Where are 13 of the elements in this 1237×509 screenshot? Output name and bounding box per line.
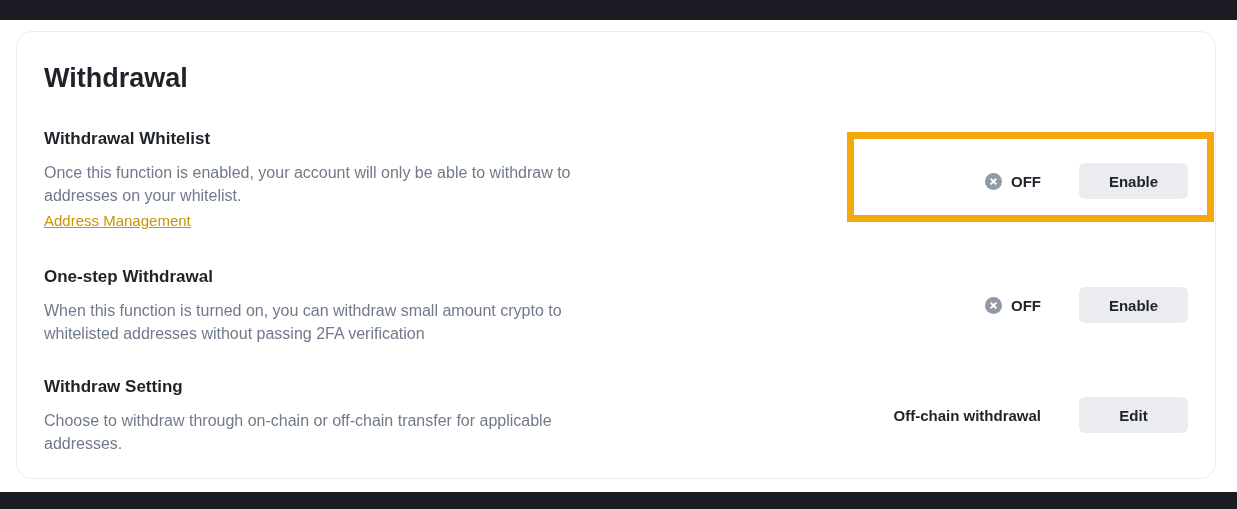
setting-description: When this function is turned on, you can withdraw small amount crypto to whitelisted addresses without passing 2FA verification [44,301,563,344]
setting-title: One-step Withdrawal [44,266,213,288]
setting-title: Withdraw Setting [44,376,183,398]
edit-button[interactable]: Edit [1079,397,1188,433]
setting-description: Once this function is enabled, your account will only be able to withdraw to addresses on your whitelist. [44,163,572,206]
status-text: OFF [1011,172,1041,190]
setting-title: Withdrawal Whitelist [44,128,211,150]
setting-value: Off-chain withdrawal [893,406,1041,424]
status-text: OFF [1011,296,1041,314]
panel-title: Withdrawal [44,62,188,95]
enable-button[interactable]: Enable [1079,287,1188,323]
setting-description: Choose to withdraw through on-chain or off-chain transfer for applicable addresses. [44,411,553,454]
enable-button[interactable]: Enable [1079,163,1188,199]
